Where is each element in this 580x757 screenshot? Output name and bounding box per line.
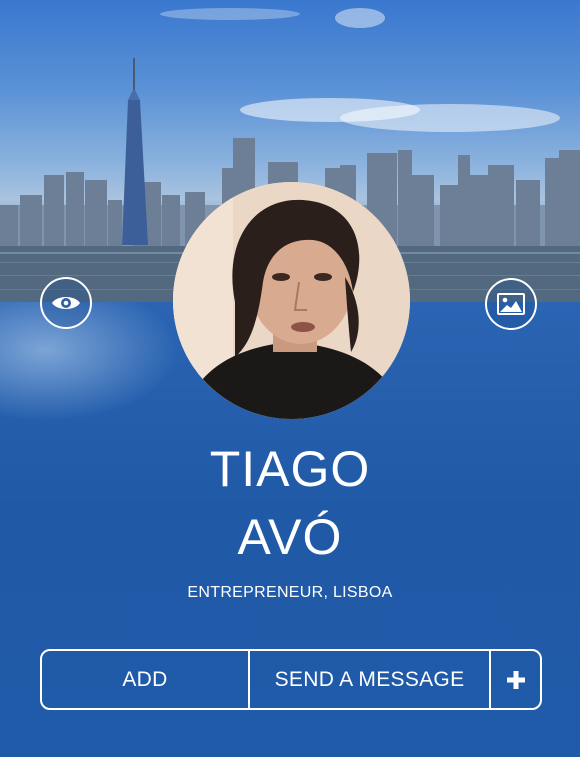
profile-photo [173,182,410,419]
view-button[interactable] [40,277,92,329]
profile-first-name: TIAGO [209,441,371,497]
eye-icon [52,297,80,309]
plus-icon [506,670,525,689]
background-highlight [0,302,180,422]
avatar[interactable] [173,182,410,419]
change-cover-button[interactable] [485,278,537,330]
send-message-label: SEND A MESSAGE [274,667,465,691]
image-icon [497,293,525,315]
profile-actions: ADD SEND A MESSAGE [40,649,542,710]
profile-last-name: AVÓ [237,509,343,565]
send-message-button[interactable]: SEND A MESSAGE [250,651,491,708]
more-button[interactable] [491,651,540,708]
profile-subtitle: ENTREPRENEUR, LISBOA [187,584,393,601]
add-button[interactable]: ADD [42,651,250,708]
add-button-label: ADD [122,667,168,691]
